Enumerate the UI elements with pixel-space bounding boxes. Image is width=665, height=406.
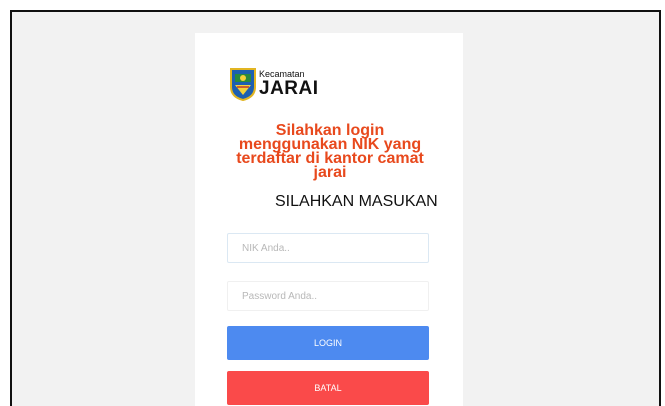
logo-title: JARAI [259,78,319,99]
login-notice: Silahkan login menggunakan NIK yang terd… [236,122,424,181]
login-card: Kecamatan JARAI Silahkan login menggunak… [195,33,463,406]
login-button[interactable]: LOGIN [227,326,429,360]
page-heading: SILAHKAN MASUKAN [275,193,438,210]
logo: Kecamatan JARAI [229,67,319,101]
regency-crest-icon [230,68,256,101]
cancel-button[interactable]: BATAL [227,371,429,405]
page-frame: Kecamatan JARAI Silahkan login menggunak… [10,10,661,406]
nik-input[interactable] [227,233,429,263]
password-input[interactable] [227,281,429,311]
